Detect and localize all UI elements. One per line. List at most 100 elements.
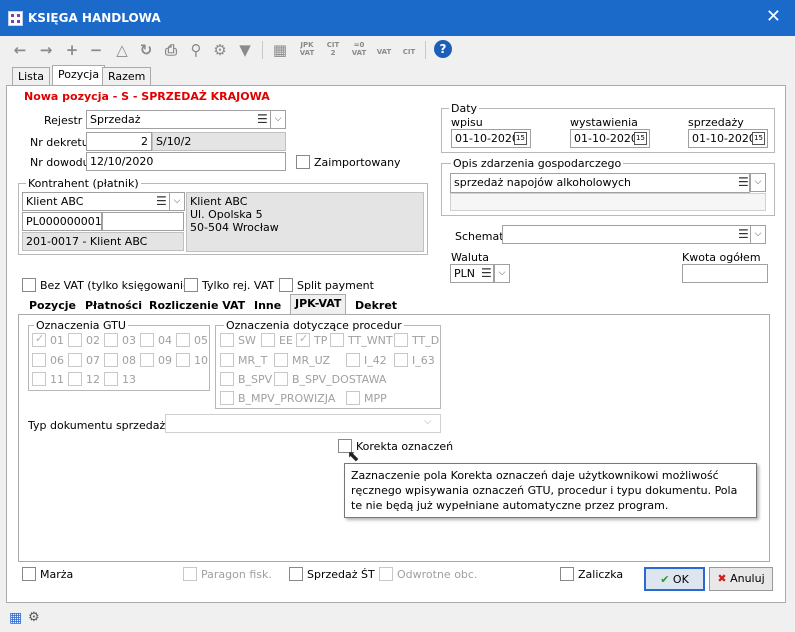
- gtu-checkbox[interactable]: [104, 372, 118, 386]
- gtu-checkbox[interactable]: ✓: [32, 332, 46, 347]
- schemat-select[interactable]: [502, 225, 751, 244]
- kontrahent-select[interactable]: Klient ABC: [22, 192, 172, 211]
- calendar-icon[interactable]: 15: [514, 132, 527, 145]
- proc-checkbox[interactable]: [274, 353, 288, 367]
- gtu-label: 04: [158, 334, 172, 347]
- zoom-icon[interactable]: ⚲: [186, 40, 206, 60]
- filter-settings-icon[interactable]: ⚙: [28, 610, 40, 625]
- subtab-platnosci[interactable]: Płatności: [80, 296, 147, 314]
- daty-legend: Daty: [449, 102, 480, 115]
- gtu-checkbox[interactable]: [140, 353, 154, 367]
- typ-dokumentu-select[interactable]: [165, 414, 441, 433]
- proc-checkbox[interactable]: [346, 353, 360, 367]
- chevron-down-icon[interactable]: ⌵: [494, 264, 510, 283]
- marza-checkbox[interactable]: [22, 567, 36, 581]
- menu-icon[interactable]: ☰: [738, 174, 749, 191]
- proc-checkbox[interactable]: [330, 333, 344, 347]
- gtu-checkbox[interactable]: [176, 333, 190, 347]
- refresh-icon[interactable]: ↻: [136, 40, 156, 60]
- proc-checkbox[interactable]: [261, 333, 275, 347]
- menu-icon[interactable]: ☰: [481, 265, 492, 282]
- tab-lista[interactable]: Lista: [12, 67, 50, 85]
- proc-checkbox[interactable]: [394, 353, 408, 367]
- opis-select[interactable]: sprzedaż napojów alkoholowych: [450, 173, 750, 193]
- sprzedaz-st-checkbox[interactable]: [289, 567, 303, 581]
- odwrotne-checkbox[interactable]: [379, 567, 393, 581]
- zaimportowany-checkbox[interactable]: [296, 155, 310, 169]
- gtu-checkbox[interactable]: [68, 333, 82, 347]
- gtu-label: 12: [86, 373, 100, 386]
- subtab-jpk-vat[interactable]: JPK-VAT: [290, 294, 347, 315]
- tab-razem[interactable]: Razem: [102, 67, 152, 85]
- subtab-inne[interactable]: Inne: [249, 296, 286, 314]
- tylko-rej-checkbox[interactable]: [184, 278, 198, 292]
- chevron-down-icon[interactable]: ⌵: [169, 192, 185, 211]
- zero-vat-icon[interactable]: =0 VAT: [348, 41, 370, 57]
- cancel-button[interactable]: ✖ Anuluj: [709, 567, 773, 591]
- proc-label: MPP: [364, 392, 387, 405]
- chevron-down-icon[interactable]: ⌵: [750, 225, 766, 244]
- cit2-icon[interactable]: CIT 2: [322, 41, 344, 57]
- cit-icon[interactable]: CIT: [398, 48, 420, 56]
- menu-icon[interactable]: ☰: [257, 111, 268, 128]
- back-icon[interactable]: ←: [10, 40, 30, 60]
- filter-icon[interactable]: ▼: [235, 40, 255, 60]
- bez-vat-checkbox[interactable]: [22, 278, 36, 292]
- menu-icon[interactable]: ☰: [156, 193, 167, 210]
- print-icon[interactable]: ⎙: [161, 40, 181, 60]
- menu-icon[interactable]: ☰: [738, 226, 749, 243]
- gtu-checkbox[interactable]: [104, 333, 118, 347]
- remove-icon[interactable]: −: [86, 40, 106, 60]
- calendar-icon[interactable]: 15: [634, 132, 647, 145]
- calendar-icon[interactable]: 15: [752, 132, 765, 145]
- proc-checkbox[interactable]: [274, 372, 288, 386]
- nr-dowodu-field[interactable]: 12/10/2020: [86, 152, 286, 171]
- tab-pozycja[interactable]: Pozycja: [52, 65, 106, 86]
- help-icon[interactable]: ?: [434, 40, 452, 58]
- gtu-checkbox[interactable]: [104, 353, 118, 367]
- split-checkbox[interactable]: [279, 278, 293, 292]
- opis-legend: Opis zdarzenia gospodarczego: [451, 157, 624, 170]
- nr-dekretu-field[interactable]: 2: [86, 132, 152, 151]
- proc-label: MR_T: [238, 354, 268, 367]
- jpk-vat-icon[interactable]: JPK VAT: [296, 41, 318, 57]
- proc-checkbox[interactable]: ✓: [296, 332, 310, 347]
- rejestr-select[interactable]: Sprzedaż: [86, 110, 271, 129]
- nip-field[interactable]: PL0000000012: [22, 212, 102, 231]
- table-icon[interactable]: ▦: [9, 610, 22, 626]
- proc-checkbox[interactable]: [220, 353, 234, 367]
- settings-icon[interactable]: ⚙: [210, 40, 230, 60]
- gtu-checkbox[interactable]: [68, 353, 82, 367]
- chevron-down-icon[interactable]: ⌵: [270, 110, 286, 129]
- gtu-checkbox[interactable]: [68, 372, 82, 386]
- chevron-down-icon[interactable]: ⌵: [750, 173, 766, 192]
- gtu-checkbox[interactable]: [176, 353, 190, 367]
- nip-extra-field[interactable]: [102, 212, 184, 231]
- gtu-label: 10: [194, 354, 208, 367]
- gtu-checkbox[interactable]: [32, 372, 46, 386]
- subtab-dekret[interactable]: Dekret: [350, 296, 402, 314]
- forward-icon[interactable]: →: [36, 40, 56, 60]
- address-line: 50-504 Wrocław: [190, 221, 279, 234]
- proc-checkbox[interactable]: [346, 391, 360, 405]
- kwota-field[interactable]: [682, 264, 768, 283]
- ok-button[interactable]: ✔ OK: [644, 567, 705, 591]
- subtab-rozliczenie-vat[interactable]: Rozliczenie VAT: [144, 296, 250, 314]
- opis-extra-field[interactable]: [450, 193, 766, 211]
- add-icon[interactable]: +: [62, 40, 82, 60]
- proc-checkbox[interactable]: [220, 391, 234, 405]
- proc-checkbox[interactable]: [220, 333, 234, 347]
- vat-icon[interactable]: VAT: [373, 48, 395, 56]
- paragon-checkbox[interactable]: [183, 567, 197, 581]
- zaliczka-checkbox[interactable]: [560, 567, 574, 581]
- subtab-pozycje[interactable]: Pozycje: [24, 296, 81, 314]
- document-icon[interactable]: ▦: [270, 40, 290, 60]
- proc-checkbox[interactable]: [220, 372, 234, 386]
- chevron-down-icon[interactable]: ⌵: [424, 416, 432, 427]
- close-icon[interactable]: ✕: [766, 6, 781, 27]
- proc-checkbox[interactable]: [394, 333, 408, 347]
- gtu-checkbox[interactable]: [32, 353, 46, 367]
- gtu-checkbox[interactable]: [140, 333, 154, 347]
- proc-label: SW: [238, 334, 256, 347]
- warning-icon[interactable]: △: [112, 40, 132, 60]
